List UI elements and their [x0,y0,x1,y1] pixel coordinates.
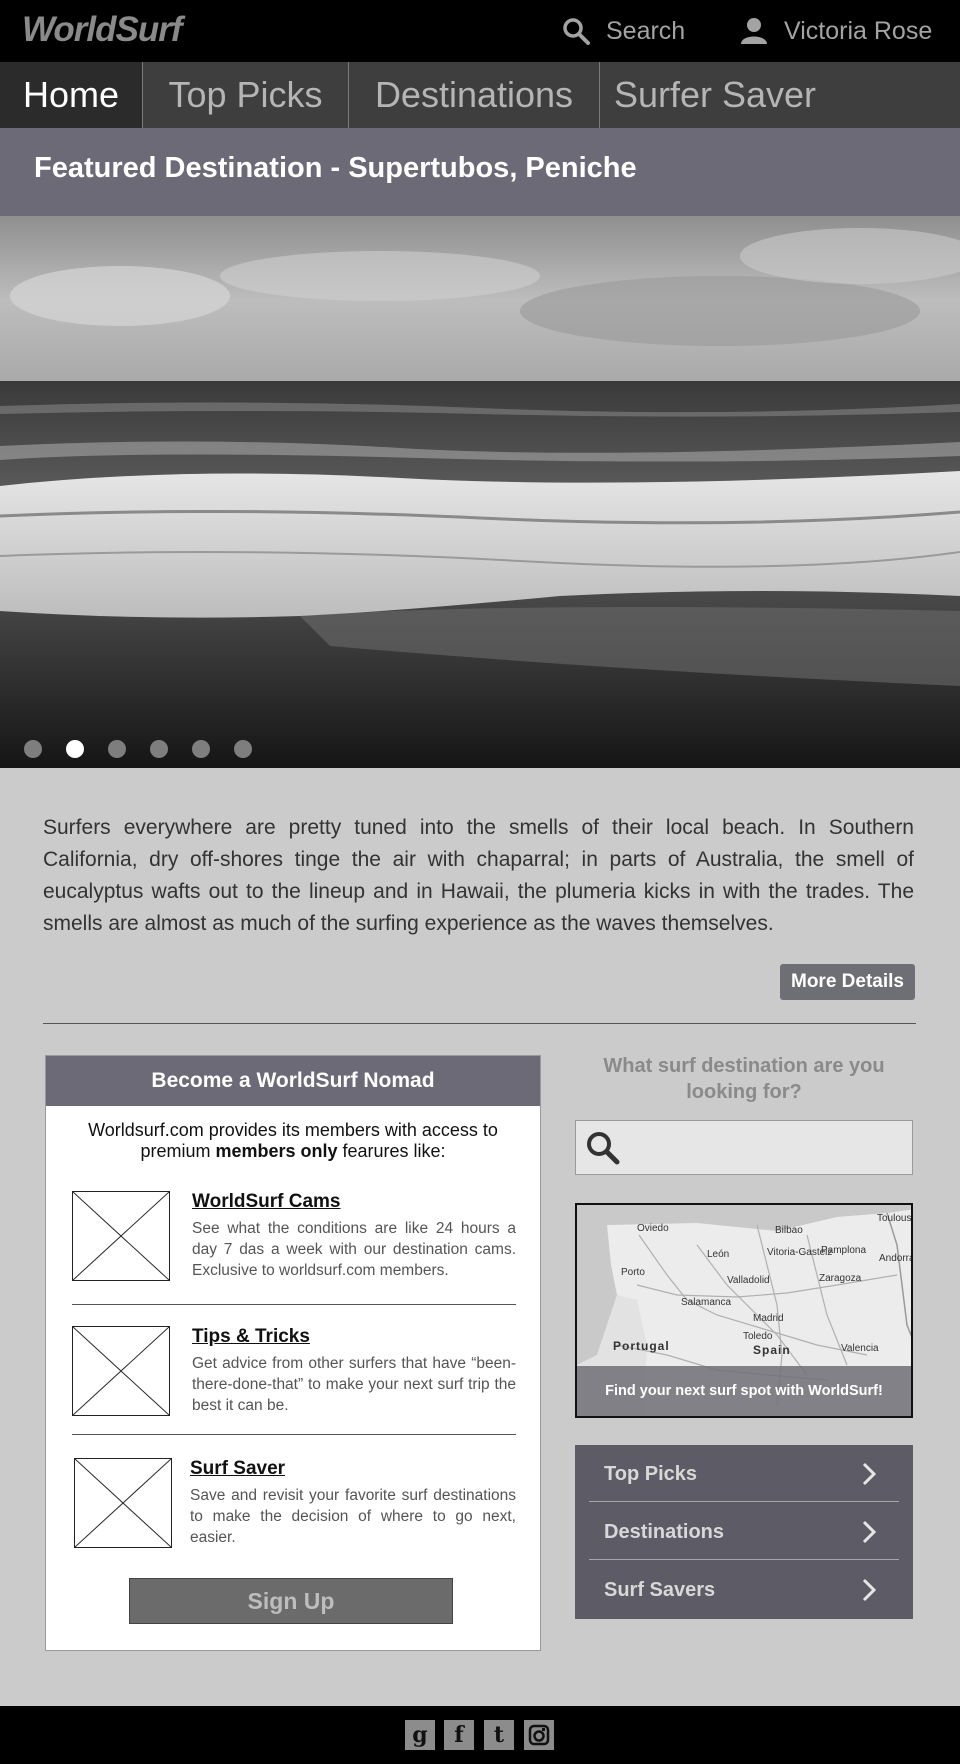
map-label: Oviedo [637,1223,669,1234]
feature-title[interactable]: WorldSurf Cams [192,1191,341,1213]
map-label: Madrid [753,1313,784,1324]
quick-links-menu: Top Picks Destinations Surf Savers [575,1445,913,1619]
menu-divider [589,1501,899,1502]
google-plus-icon[interactable]: g [405,1720,435,1750]
feature-cams: WorldSurf Cams See what the conditions a… [72,1191,516,1283]
intro-text-bold: members only [215,1141,338,1161]
tab-destinations[interactable]: Destinations [349,62,599,128]
finder-question: What surf destination are you looking fo… [603,1055,885,1103]
carousel-dots [24,740,276,760]
carousel-dot[interactable] [192,740,210,758]
tab-surfer-saver[interactable]: Surfer Saver [600,62,830,128]
chevron-right-icon [862,1520,877,1544]
map-label: Valladolid [727,1275,770,1286]
feature-title[interactable]: Surf Saver [190,1458,285,1480]
carousel-dot[interactable] [24,740,42,758]
tab-top-picks[interactable]: Top Picks [143,62,348,128]
tab-home[interactable]: Home [0,62,142,128]
menu-item-surf-savers[interactable]: Surf Savers [589,1561,899,1619]
top-bar: WorldSurf Search Victoria Rose [0,0,960,62]
user-icon [741,18,767,44]
carousel-dot[interactable] [108,740,126,758]
section-divider [43,1023,916,1024]
nomad-card-intro: Worldsurf.com provides its members with … [66,1120,520,1162]
intro-text-end: fearures like: [337,1141,446,1161]
site-logo[interactable]: WorldSurf [22,10,183,50]
nomad-signup-card: Become a WorldSurf Nomad Worldsurf.com p… [45,1055,541,1651]
chevron-right-icon [862,1578,877,1602]
user-name: Victoria Rose [784,16,933,45]
feature-description: Get advice from other surfers that have … [192,1355,516,1414]
nomad-card-heading: Become a WorldSurf Nomad [46,1056,540,1106]
map-caption: Find your next surf spot with WorldSurf! [577,1366,911,1416]
main-nav: Home Top Picks Destinations Surfer Saver [0,62,960,128]
twitter-icon[interactable]: t [484,1720,514,1750]
map-label: Andorra [879,1253,913,1264]
search-icon [563,18,590,45]
destination-search-box[interactable] [575,1120,913,1175]
search-icon [587,1132,620,1165]
map-label: Valencia [841,1343,879,1354]
menu-item-label: Surf Savers [604,1578,716,1601]
map-label: León [707,1249,730,1260]
instagram-icon[interactable] [524,1720,554,1750]
feature-tips: Tips & Tricks Get advice from other surf… [72,1326,516,1418]
map-label: Porto [621,1267,645,1278]
search-label: Search [606,16,686,45]
feature-description: Save and revisit your favorite surf dest… [190,1487,516,1546]
menu-item-destinations[interactable]: Destinations [589,1503,899,1561]
image-placeholder [72,1191,170,1281]
footer: g f t [0,1706,960,1764]
map-label: Toulouse [877,1213,912,1224]
intro-paragraph: Surfers everywhere are pretty tuned into… [43,816,914,935]
menu-divider [589,1559,899,1560]
hero-title: Featured Destination - Supertubos, Penic… [34,152,637,184]
feature-title[interactable]: Tips & Tricks [192,1326,310,1348]
user-menu[interactable]: Victoria Rose [740,14,932,48]
more-details-button[interactable]: More Details [780,964,915,1000]
chevron-right-icon [862,1462,877,1486]
map-country-label: Portugal [613,1339,670,1353]
destination-map[interactable]: Oviedo Bilbao Toulouse León Vitoria-Gast… [575,1203,913,1418]
feature-divider [72,1304,516,1305]
camera-glyph [528,1724,550,1746]
sign-up-button[interactable]: Sign Up [129,1578,453,1624]
search-link[interactable]: Search [562,14,685,48]
feature-divider [72,1434,516,1435]
map-label: Bilbao [775,1225,803,1236]
hero-beach-image [0,216,960,768]
destination-search-input[interactable] [632,1129,902,1167]
map-label: Toledo [743,1331,773,1342]
map-country-label: Spain [753,1343,791,1357]
menu-item-label: Destinations [604,1520,725,1543]
feature-surf-saver: Surf Saver Save and revisit your favorit… [72,1458,516,1550]
facebook-icon[interactable]: f [444,1720,474,1750]
menu-item-label: Top Picks [604,1462,697,1485]
map-label: Salamanca [681,1297,732,1308]
carousel-dot[interactable] [234,740,252,758]
hero-carousel: Featured Destination - Supertubos, Penic… [0,128,960,768]
menu-item-top-picks[interactable]: Top Picks [589,1445,899,1503]
map-label: Zaragoza [819,1273,862,1284]
feature-description: See what the conditions are like 24 hour… [192,1220,516,1279]
image-placeholder [74,1458,172,1548]
hero-title-bar: Featured Destination - Supertubos, Penic… [0,128,960,216]
carousel-dot[interactable] [150,740,168,758]
carousel-dot-active[interactable] [66,740,84,758]
image-placeholder [72,1326,170,1416]
map-label: Pamplona [821,1245,867,1256]
